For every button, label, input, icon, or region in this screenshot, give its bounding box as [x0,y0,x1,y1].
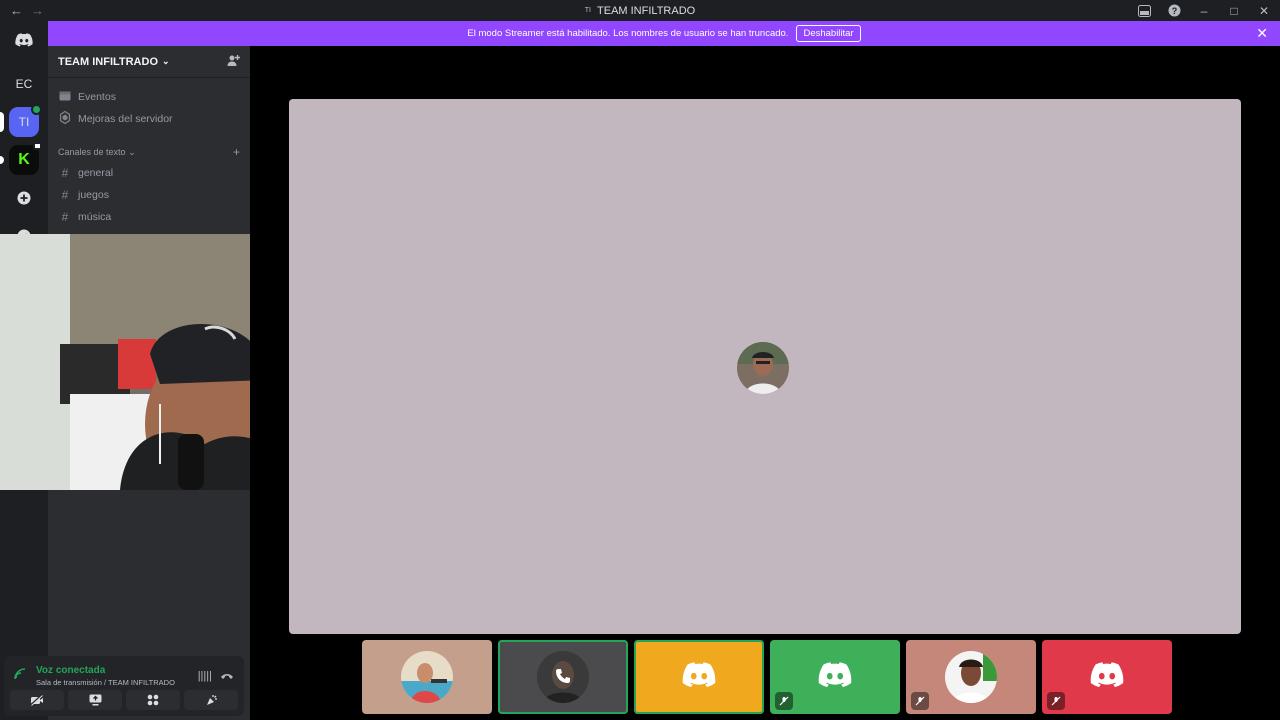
server-abbr: TI [584,7,592,14]
voice-status[interactable]: Voz conectada [36,665,190,676]
invite-people-icon[interactable] [227,54,240,70]
participant-tile[interactable] [634,640,764,714]
window-title: TI TEAM INFILTRADO [0,5,1280,17]
signal-icon[interactable] [14,667,28,685]
channel-general[interactable]: # general [48,162,250,184]
banner-text: El modo Streamer está habilitado. Los no… [467,28,789,39]
boost-icon [58,110,72,127]
window-title-text: TEAM INFILTRADO [597,4,696,17]
participant-tile[interactable] [498,640,628,714]
maximize-icon[interactable]: □ [1226,3,1242,19]
soundboard-icon [206,694,217,705]
server-header[interactable]: TEAM INFILTRADO ⌄ [48,46,250,78]
participant-avatar [737,342,789,394]
unread-pill [0,156,4,164]
channel-label: general [78,167,114,179]
sidebar-item-server-boost[interactable]: Mejoras del servidor [48,108,250,130]
window-controls: ? – □ ✕ [1136,0,1272,21]
sidebar-item-label: Mejoras del servidor [78,113,173,125]
back-arrow-icon[interactable]: ← [10,3,23,18]
category-label: Canales de texto [58,146,126,157]
camera-off-icon [30,694,43,706]
phone-icon [554,667,572,690]
channel-musica[interactable]: # música [48,206,250,228]
discord-logo-icon [1090,661,1124,693]
hashtag-icon: # [61,210,69,224]
screen-badge-icon [33,142,42,150]
channel-juegos[interactable]: # juegos [48,184,250,206]
voice-stage [250,46,1280,720]
focused-participant-tile[interactable] [289,99,1241,634]
voice-channel-name: Sala de transmisión / TEAM INFILTRADO [36,678,175,687]
participant-avatar [537,651,589,703]
sidebar-item-events[interactable]: Eventos [48,86,250,108]
server-icon-ec[interactable]: EC [9,69,39,99]
server-name: TEAM INFILTRADO [58,55,159,68]
server-kick-label: K [18,151,30,168]
server-ec-label: EC [15,77,33,91]
help-icon[interactable]: ? [1166,3,1182,19]
mic-muted-icon [1047,692,1065,710]
chevron-down-icon: ⌄ [162,56,170,66]
participant-tile[interactable] [1042,640,1172,714]
soundboard-button[interactable] [184,690,238,710]
inbox-icon[interactable] [1136,3,1152,19]
sidebar-item-label: Eventos [78,91,116,103]
voice-badge-icon [31,104,42,115]
activities-icon [147,694,159,706]
discord-logo-icon [818,661,852,693]
screen-share-icon [89,694,101,706]
participant-strip [362,640,1172,714]
kick-icon[interactable]: K [0,142,42,175]
screen-share-button[interactable] [68,690,122,710]
activities-button[interactable] [126,690,180,710]
server-ti-label: TI [18,115,30,129]
category-text-channels[interactable]: Canales de texto ⌄ + [48,144,250,160]
close-banner-icon[interactable]: ✕ [1256,25,1268,42]
channel-label: juegos [78,189,109,201]
chevron-down-icon: ⌄ [128,146,136,157]
calendar-icon [58,90,72,104]
noise-suppression-icon[interactable]: ||||| [198,670,212,682]
voice-connection-panel: Voz conectada Sala de transmisión / TEAM… [4,656,244,716]
participant-tile[interactable] [906,640,1036,714]
close-window-icon[interactable]: ✕ [1256,3,1272,19]
disconnect-icon[interactable] [220,667,234,685]
discord-logo-icon [682,661,716,693]
participant-avatar [945,651,997,703]
discord-home-icon[interactable] [9,25,39,55]
server-icon-team-infiltrado[interactable]: TI [0,104,42,137]
camera-off-button[interactable] [10,690,64,710]
create-channel-icon[interactable]: + [233,145,240,159]
hashtag-icon: # [61,188,69,202]
mic-muted-icon [775,692,793,710]
mic-muted-icon [911,692,929,710]
svg-text:?: ? [1171,6,1177,16]
streamer-mode-banner: El modo Streamer está habilitado. Los no… [48,21,1280,46]
channel-label: música [78,211,112,223]
minimize-icon[interactable]: – [1196,3,1212,19]
active-server-pill [0,112,4,132]
title-bar: ← → TI TEAM INFILTRADO ? – □ ✕ [0,0,1280,21]
forward-arrow-icon[interactable]: → [31,3,44,18]
hashtag-icon: # [61,166,69,180]
participant-avatar [401,651,453,703]
participant-tile[interactable] [362,640,492,714]
disable-streamer-button[interactable]: Deshabilitar [796,25,861,42]
history-nav: ← → [0,3,44,18]
participant-tile[interactable] [770,640,900,714]
add-server-icon[interactable] [9,183,39,213]
